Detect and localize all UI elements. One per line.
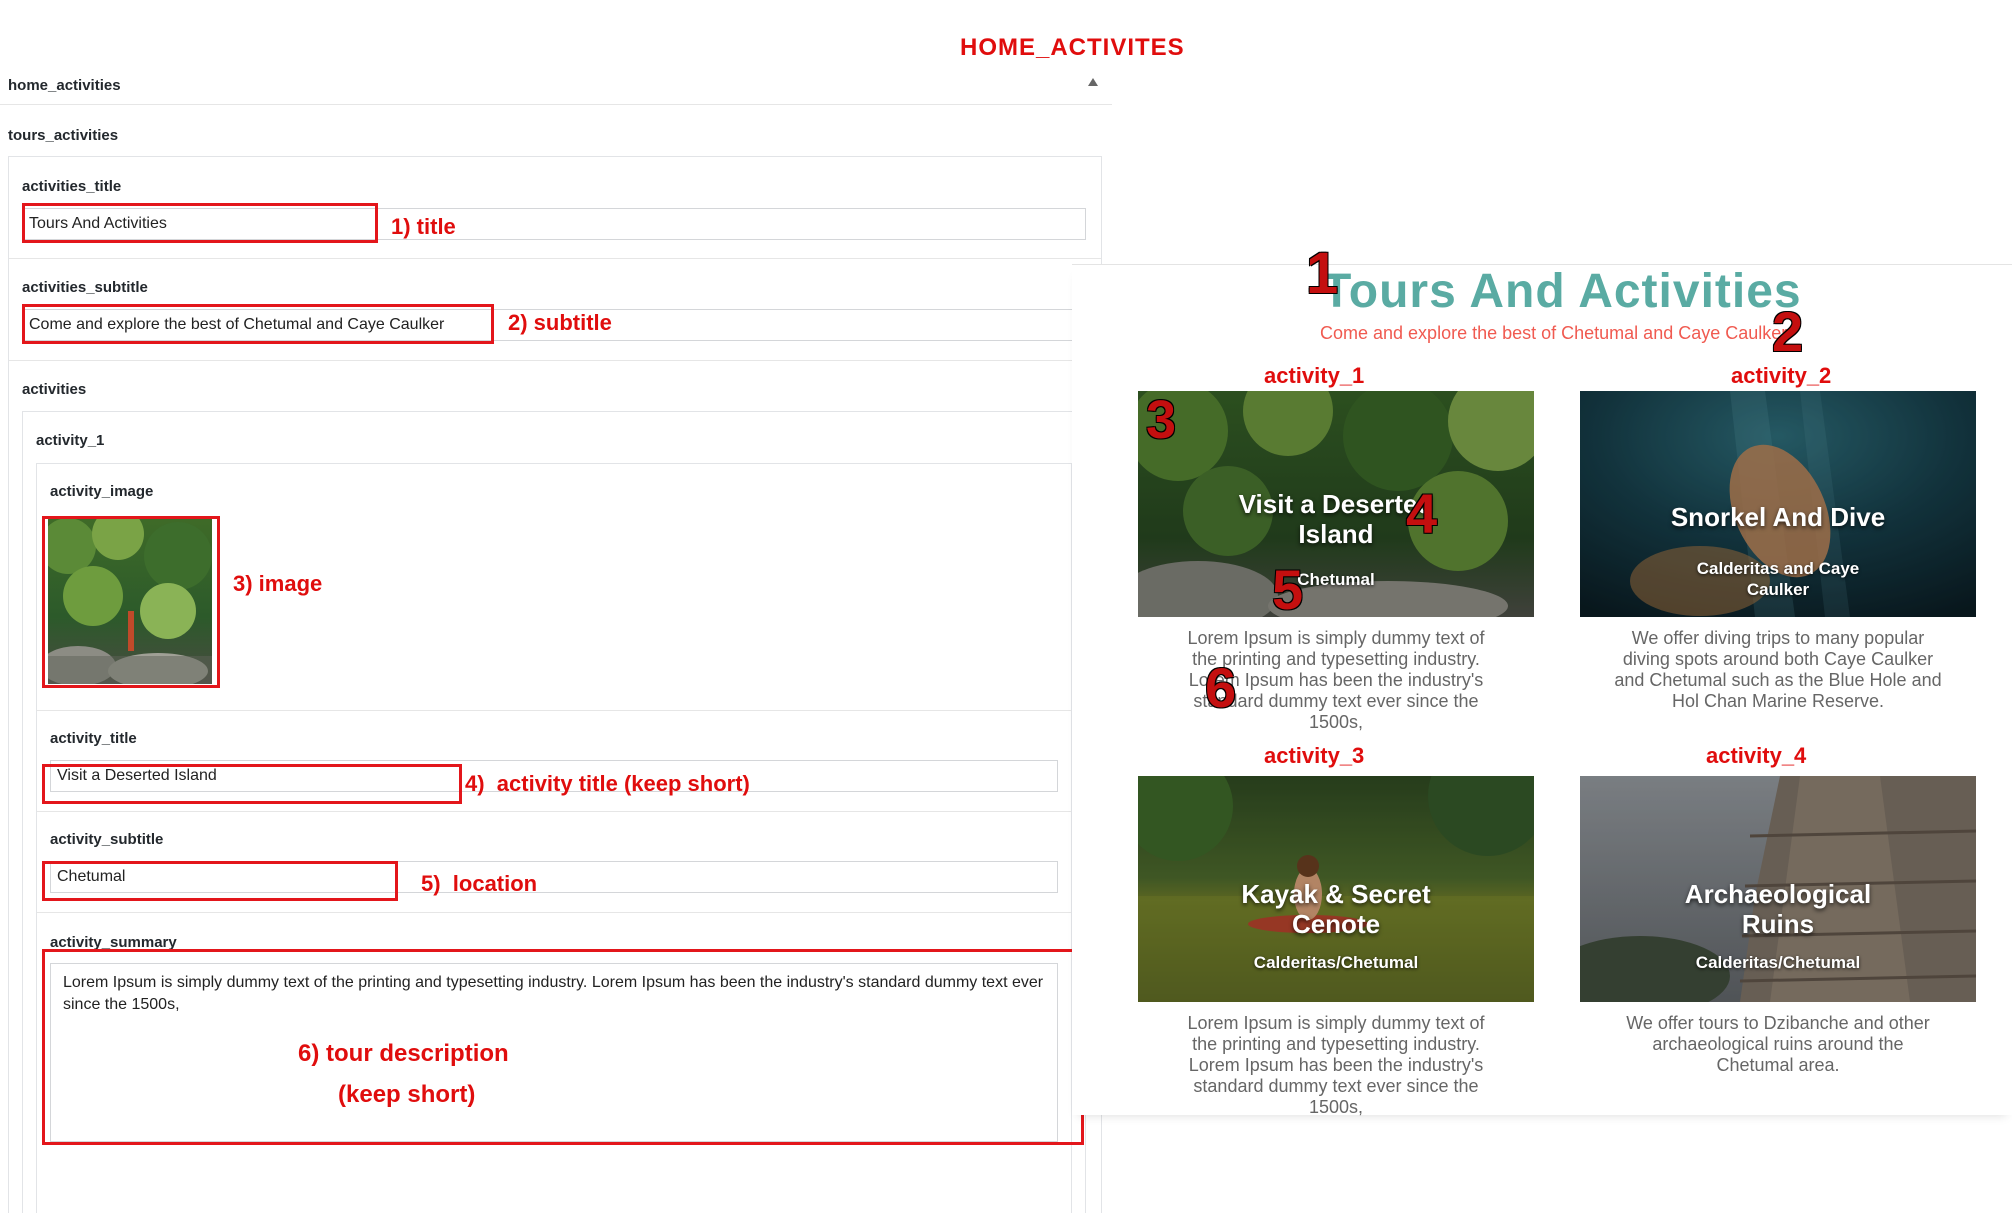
activity-1-label: activity_1 [36,432,105,449]
section-label: home_activities [8,77,121,94]
annotation-subtitle: 2) subtitle [508,310,612,335]
collapse-toggle-icon[interactable] [1088,78,1098,86]
activity-title-label: activity_title [50,730,137,747]
annotation-location: 5) location [421,871,538,896]
activity-card-2-description: We offer diving trips to many popular di… [1614,628,1942,711]
preview-subtitle: Come and explore the best of Chetumal an… [1320,323,1788,343]
card-label-activity-1: activity_1 [1264,363,1365,388]
annotation-title: 1) title [391,214,456,239]
highlight-activity-title-box [42,764,462,804]
card-label-activity-3: activity_3 [1264,743,1365,768]
activity-card-4-description: We offer tours to Dzibanche and other ar… [1626,1013,1930,1075]
activity-image-label: activity_image [50,483,154,500]
activity-card-2-image[interactable]: Snorkel And Dive Calderitas and Caye Cau… [1580,391,1976,617]
marker-3: 3 [1146,390,1177,450]
activity-card-4-location: Calderitas/Chetumal [1695,953,1861,972]
group-label: tours_activities [8,127,119,144]
card-label-activity-4: activity_4 [1706,743,1807,768]
annotation-image: 3) image [233,571,323,596]
activity-card-3-description: Lorem Ipsum is simply dummy text of the … [1187,1013,1485,1117]
marker-4: 4 [1406,482,1438,545]
highlight-image-box [42,516,220,688]
highlight-title-box [22,203,378,243]
highlight-location-box [42,861,398,901]
annotation-activity-title: 4) activity title (keep short) [465,771,750,796]
activity-subtitle-label: activity_subtitle [50,831,164,848]
activity-card-1-image[interactable]: Visit a Deserted Island Chetumal [1138,391,1534,617]
card-label-activity-2: activity_2 [1731,363,1832,388]
highlight-description-box [42,949,1084,1145]
activities-title-label: activities_title [22,178,122,195]
highlight-subtitle-box [22,304,494,344]
marker-1: 1 [1306,241,1339,306]
activity-card-3-location: Calderitas/Chetumal [1253,953,1419,972]
marker-6: 6 [1205,656,1237,719]
activity-card-3-image[interactable]: Kayak & Secret Cenote Calderitas/Chetuma… [1138,776,1534,1002]
preview-title: Tours And Activities [1322,265,1802,318]
activity-card-3-title: Kayak & Secret Cenote [1241,879,1431,939]
activity-card-4-image[interactable]: Archaeological Ruins Calderitas/Chetumal [1580,776,1976,1002]
activity-card-2-location: Calderitas and Caye Caulker [1696,559,1860,599]
activities-subtitle-label: activities_subtitle [22,279,148,296]
marker-5: 5 [1272,558,1304,621]
annotation-description-1: 6) tour description [298,1040,509,1067]
activity-card-4-title: Archaeological Ruins [1684,879,1872,939]
activity-card-1-title: Visit a Deserted Island [1238,489,1434,549]
activity-card-1-location: Chetumal [1297,570,1375,589]
annotation-description-2: (keep short) [338,1081,476,1108]
activity-card-2-title: Snorkel And Dive [1670,502,1886,532]
activities-label: activities [22,381,87,398]
marker-2: 2 [1772,300,1804,363]
